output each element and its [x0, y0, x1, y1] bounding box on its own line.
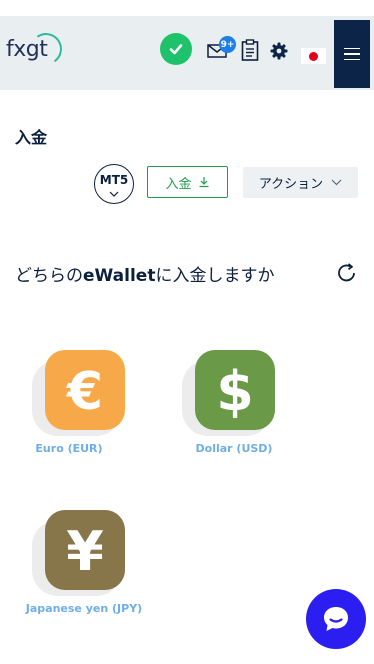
- notification-badge: 9+: [219, 36, 236, 53]
- download-icon: [199, 177, 208, 188]
- currency-label: Dollar (USD): [195, 442, 273, 455]
- deposit-button-label: 入金: [165, 176, 192, 192]
- hamburger-menu-button[interactable]: [334, 20, 370, 88]
- japan-flag-icon[interactable]: [301, 48, 326, 64]
- platform-label: MT5: [99, 173, 129, 187]
- action-dropdown-label: アクション: [258, 177, 324, 192]
- yen-symbol: ¥: [66, 520, 104, 580]
- action-dropdown[interactable]: アクション: [243, 167, 358, 198]
- chat-bubble-icon: [324, 607, 348, 631]
- verified-check-icon[interactable]: [160, 33, 192, 65]
- chevron-down-icon: [109, 191, 119, 197]
- currency-card-usd[interactable]: $ Dollar (USD): [150, 340, 290, 455]
- euro-icon: €: [45, 350, 125, 430]
- deposit-button[interactable]: 入金: [147, 166, 228, 198]
- dollar-icon: $: [195, 350, 275, 430]
- refresh-icon[interactable]: [336, 262, 358, 284]
- page-title: 入金: [15, 128, 48, 147]
- currency-label: Euro (EUR): [35, 442, 103, 455]
- ewallet-question: どちらのeWalletに入金しますか: [15, 261, 274, 286]
- question-suffix: に入金しますか: [155, 266, 275, 286]
- question-prefix: どちらの: [15, 266, 83, 286]
- currency-card-jpy[interactable]: ¥ Japanese yen (JPY): [0, 500, 142, 615]
- chevron-down-icon: [331, 179, 342, 186]
- dollar-symbol: $: [216, 360, 254, 420]
- currency-label: Japanese yen (JPY): [25, 602, 143, 615]
- fxgt-logo[interactable]: fxgt: [6, 30, 65, 77]
- euro-symbol: €: [66, 362, 103, 418]
- currency-card-eur[interactable]: € Euro (EUR): [0, 340, 140, 455]
- live-chat-button[interactable]: [306, 589, 366, 649]
- gear-icon[interactable]: [270, 42, 288, 60]
- clipboard-icon[interactable]: [241, 39, 259, 61]
- top-header: fxgt 9+: [0, 16, 374, 90]
- question-ewallet: eWallet: [83, 266, 156, 286]
- platform-selector[interactable]: MT5: [94, 164, 134, 204]
- yen-icon: ¥: [45, 510, 125, 590]
